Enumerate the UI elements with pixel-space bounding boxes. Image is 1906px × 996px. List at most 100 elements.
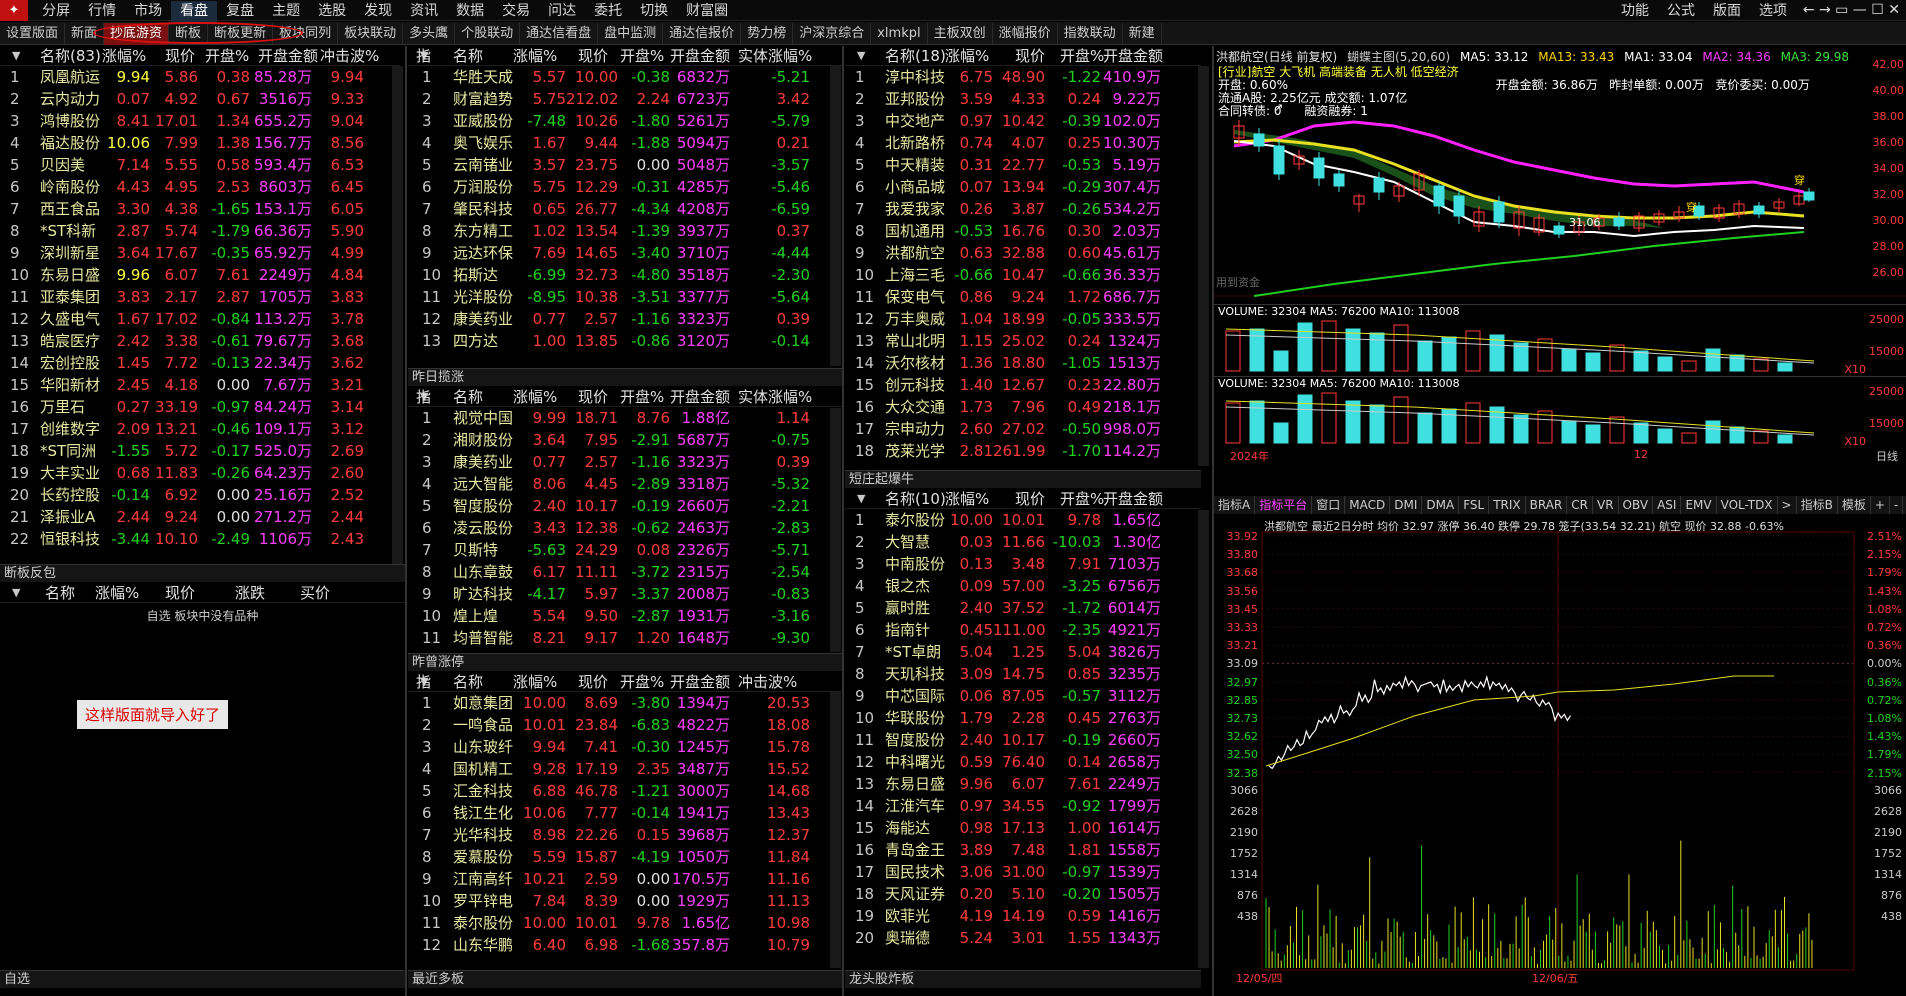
layout-tab-18[interactable]: 新建 xyxy=(1123,23,1162,45)
menu-item-10[interactable]: 交易 xyxy=(493,1,539,22)
menu-right-0[interactable]: 功能 xyxy=(1612,1,1658,22)
p3-col-1[interactable]: 涨幅% xyxy=(945,46,989,66)
table-row[interactable]: 2 湘财股份 3.64 7.95 -2.91 5687万 -0.75 xyxy=(408,429,842,451)
table-row[interactable]: 4 银之杰 0.09 57.00 -3.25 6756万 xyxy=(845,575,1201,597)
p3b-col-4[interactable]: 开盘金额 xyxy=(1103,489,1163,509)
menu-item-3[interactable]: 看盘 xyxy=(171,1,218,22)
table-row[interactable]: 17 宗申动力 2.60 27.02 -0.50 998.0万 xyxy=(845,418,1201,440)
table-row[interactable]: 7 贝斯特 -5.63 24.29 0.08 2326万 -5.71 xyxy=(408,539,842,561)
indicator-tab-15[interactable]: > xyxy=(1778,496,1797,514)
menu-item-5[interactable]: 主题 xyxy=(263,1,309,22)
table-row[interactable]: 2 财富趋势 5.75 212.02 2.24 6723万 3.42 xyxy=(408,88,842,110)
layout-tab-16[interactable]: 涨幅报价 xyxy=(993,23,1058,45)
p1b-col-4[interactable]: 买价 xyxy=(300,583,330,603)
indicator-tab-19[interactable]: - xyxy=(1890,496,1904,514)
p2b-col-5[interactable]: 开盘金额 xyxy=(670,387,730,407)
table-row[interactable]: 5 贝因美 7.14 5.55 0.58 593.4万 6.53 xyxy=(0,154,400,176)
p3b-col-2[interactable]: 现价 xyxy=(1015,489,1045,509)
scrollbar[interactable] xyxy=(830,692,841,968)
table-row[interactable]: 14 江淮汽车 0.97 34.55 -0.92 1799万 xyxy=(845,795,1201,817)
table-row[interactable]: 9 中芯国际 0.06 87.05 -0.57 3112万 xyxy=(845,685,1201,707)
p2c-col-6[interactable]: 冲击波% xyxy=(738,672,797,692)
indicator-tab-0[interactable]: 指标A xyxy=(1214,496,1256,514)
table-row[interactable]: 1 淳中科技 6.75 48.90 -1.22 410.9万 xyxy=(845,66,1201,88)
p1b-col-3[interactable]: 涨跌 xyxy=(235,583,265,603)
table-row[interactable]: 7 *ST卓朗 5.04 1.25 5.04 3826万 xyxy=(845,641,1201,663)
table-row[interactable]: 8 山东章鼓 6.17 11.11 -3.72 2315万 -2.54 xyxy=(408,561,842,583)
p3b-col-1[interactable]: 涨幅% xyxy=(945,489,989,509)
table-row[interactable]: 8 爱慕股份 5.59 15.87 -4.19 1050万 11.84 xyxy=(408,846,842,868)
indicator-tab-10[interactable]: VR xyxy=(1593,496,1619,514)
p1-col-3[interactable]: 开盘% xyxy=(205,46,249,66)
indicator-tab-8[interactable]: BRAR xyxy=(1526,496,1568,514)
table-row[interactable]: 1 如意集团 10.00 8.69 -3.80 1394万 20.53 xyxy=(408,692,842,714)
table-row[interactable]: 6 凌云股份 3.43 12.38 -0.62 2463万 -2.83 xyxy=(408,517,842,539)
table-row[interactable]: 16 万里石 0.27 33.19 -0.97 84.24万 3.14 xyxy=(0,396,400,418)
table-row[interactable]: 17 国民技术 3.06 31.00 -0.97 1539万 xyxy=(845,861,1201,883)
table-row[interactable]: 10 上海三毛 -0.66 10.47 -0.66 36.33万 xyxy=(845,264,1201,286)
table-row[interactable]: 16 大众交通 1.73 7.96 0.49 218.1万 xyxy=(845,396,1201,418)
menu-item-0[interactable]: 分屏 xyxy=(33,1,79,22)
p2c-col-0[interactable]: 指 xyxy=(416,672,431,692)
table-row[interactable]: 9 远达环保 7.69 14.65 -3.40 3710万 -4.44 xyxy=(408,242,842,264)
table-row[interactable]: 21 泽振业A 2.44 9.24 0.00 271.2万 2.44 xyxy=(0,506,400,528)
p2c-col-4[interactable]: 开盘% xyxy=(620,672,664,692)
kline-chart[interactable]: 洪都航空(日线 前复权) 蝴蝶主图(5,20,60) MA5: 33.12 MA… xyxy=(1214,46,1906,496)
table-row[interactable]: 16 青岛金王 3.89 7.48 1.81 1558万 xyxy=(845,839,1201,861)
table-row[interactable]: 2 大智慧 0.03 11.66 -10.03 1.30亿 xyxy=(845,531,1201,553)
table-row[interactable]: 12 康美药业 0.77 2.57 -1.16 3323万 0.39 xyxy=(408,308,842,330)
table-row[interactable]: 14 宏创控股 1.45 7.72 -0.13 22.34万 3.62 xyxy=(0,352,400,374)
table-row[interactable]: 11 智度股份 2.40 10.17 -0.19 2660万 xyxy=(845,729,1201,751)
panel-title-longtou[interactable]: 龙头股炸板 xyxy=(845,970,1201,988)
table-row[interactable]: 20 奥瑞德 5.24 3.01 1.55 1343万 xyxy=(845,927,1201,949)
panel-title-zuiceng[interactable]: 昨曾涨停 xyxy=(408,653,842,671)
menu-item-8[interactable]: 资讯 xyxy=(401,1,447,22)
menu-item-9[interactable]: 数据 xyxy=(447,1,493,22)
scrollbar[interactable] xyxy=(1198,66,1209,466)
table-row[interactable]: 8 *ST科新 2.87 5.74 -1.79 66.36万 5.90 xyxy=(0,220,400,242)
table-row[interactable]: 8 国机通用 -0.53 16.76 0.30 2.03万 xyxy=(845,220,1201,242)
layout-tab-8[interactable]: 个股联动 xyxy=(455,23,521,45)
table-row[interactable]: 10 东易日盛 9.96 6.07 7.61 2249万 4.84 xyxy=(0,264,400,286)
table-row[interactable]: 14 沃尔核材 1.36 18.80 -1.05 1513万 xyxy=(845,352,1201,374)
p1-col-2[interactable]: 现价 xyxy=(165,46,195,66)
scrollbar[interactable] xyxy=(392,66,403,564)
table-row[interactable]: 19 大丰实业 0.68 11.83 -0.26 64.23万 2.60 xyxy=(0,462,400,484)
table-row[interactable]: 7 我爱我家 0.26 3.87 -0.26 534.2万 xyxy=(845,198,1201,220)
panel-title-duanzhuang[interactable]: 短庄起爆牛 xyxy=(845,470,1201,488)
indicator-tab-bar[interactable]: 指标A 指标平台 窗口 MACD DMI DMA FSL TRIX BRAR CR VR OBV ASI… xyxy=(1214,496,1906,514)
table-row[interactable]: 3 鸿博股份 8.41 17.01 1.34 655.2万 9.04 xyxy=(0,110,400,132)
p3b-sort-arrow[interactable]: ▼ xyxy=(857,489,865,509)
indicator-tab-11[interactable]: OBV xyxy=(1619,496,1654,514)
menu-item-1[interactable]: 行情 xyxy=(79,1,125,22)
table-row[interactable]: 4 北新路桥 0.74 4.07 0.25 10.30万 xyxy=(845,132,1201,154)
indicator-tab-3[interactable]: MACD xyxy=(1345,496,1391,514)
table-row[interactable]: 18 天风证券 0.20 5.10 -0.20 1505万 xyxy=(845,883,1201,905)
table-row[interactable]: 11 光洋股份 -8.95 10.38 -3.51 3377万 -5.64 xyxy=(408,286,842,308)
menu-item-14[interactable]: 财富圈 xyxy=(677,1,737,22)
p3-col-3[interactable]: 开盘% xyxy=(1060,46,1104,66)
p2-col-6[interactable]: 实体涨幅% xyxy=(738,46,812,66)
layout-tab-10[interactable]: 盘中监测 xyxy=(598,23,664,45)
table-row[interactable]: 3 山东玻纤 9.94 7.41 -0.30 1245万 15.78 xyxy=(408,736,842,758)
layout-tab-9[interactable]: 通达信看盘 xyxy=(520,23,599,45)
p1b-col-2[interactable]: 现价 xyxy=(165,583,195,603)
table-row[interactable]: 12 万丰奥威 1.04 18.99 -0.05 333.5万 xyxy=(845,308,1201,330)
table-row[interactable]: 11 泰尔股份 10.00 10.01 9.78 1.65亿 10.98 xyxy=(408,912,842,934)
table-row[interactable]: 6 万润股份 5.75 12.29 -0.31 4285万 -5.46 xyxy=(408,176,842,198)
table-row[interactable]: 2 一鸣食品 10.01 23.84 -6.83 4822万 18.08 xyxy=(408,714,842,736)
table-row[interactable]: 7 光华科技 8.98 22.26 0.15 3968万 12.37 xyxy=(408,824,842,846)
p2-col-2[interactable]: 涨幅% xyxy=(513,46,557,66)
table-row[interactable]: 11 保变电气 0.86 9.24 1.72 686.7万 xyxy=(845,286,1201,308)
table-row[interactable]: 5 赢时胜 2.40 37.52 -1.72 6014万 xyxy=(845,597,1201,619)
layout-tab-0[interactable]: 设置版面 xyxy=(0,23,66,45)
p1b-sort-arrow[interactable]: ▼ xyxy=(12,583,20,603)
table-row[interactable]: 1 视觉中国 9.99 18.71 8.76 1.88亿 1.14 xyxy=(408,407,842,429)
p2-col-1[interactable]: 名称 xyxy=(453,46,483,66)
table-row[interactable]: 3 康美药业 0.77 2.57 -1.16 3323万 0.39 xyxy=(408,451,842,473)
table-row[interactable]: 10 拓斯达 -6.99 32.73 -4.80 3518万 -2.30 xyxy=(408,264,842,286)
window-controls[interactable]: ← → ▭ — ☐ ✕ xyxy=(1803,0,1900,21)
menu-item-12[interactable]: 委托 xyxy=(585,1,631,22)
p1-sort-arrow[interactable]: ▼ xyxy=(12,46,20,66)
table-row[interactable]: 2 亚邦股份 3.59 4.33 0.24 9.22万 xyxy=(845,88,1201,110)
